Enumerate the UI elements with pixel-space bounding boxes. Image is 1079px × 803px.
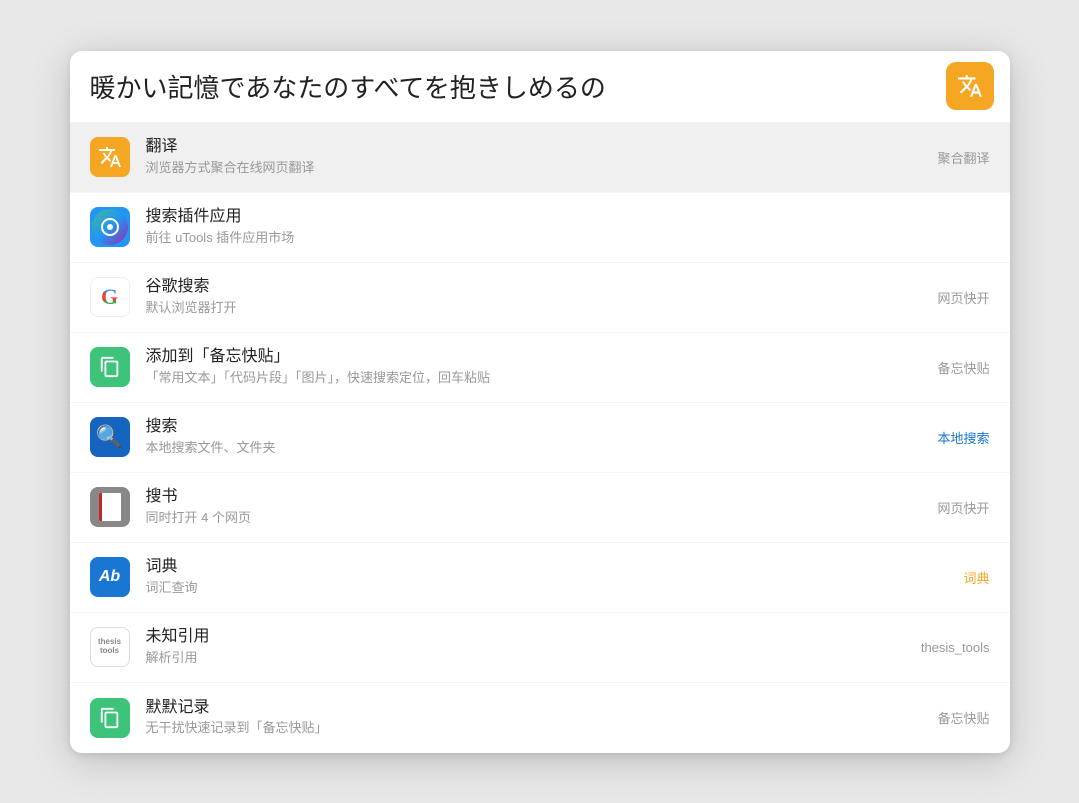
item-text: 未知引用 解析引用 [146,627,905,667]
search-local-item-icon: 🔍 [90,417,130,457]
result-list: 翻译 浏览器方式聚合在线网页翻译 聚合翻译 搜索插件应用 前往 uTools 插… [70,123,1010,753]
item-tag: 本地搜索 [937,428,989,447]
item-tag: 聚合翻译 [937,148,989,167]
item-title: 未知引用 [146,627,905,648]
list-item[interactable]: G 谷歌搜索 默认浏览器打开 网页快开 [70,263,1010,333]
list-item[interactable]: 🔍 搜索 本地搜索文件、文件夹 本地搜索 [70,403,1010,473]
item-subtitle: 词汇查询 [146,580,948,597]
book-item-icon [90,487,130,527]
launcher-window: 翻译 浏览器方式聚合在线网页翻译 聚合翻译 搜索插件应用 前往 uTools 插… [70,51,1010,753]
item-text: 搜书 同时打开 4 个网页 [146,487,922,527]
item-title: 词典 [146,557,948,578]
item-subtitle: 默认浏览器打开 [146,300,922,317]
item-tag: 词典 [963,568,989,587]
list-item[interactable]: 搜索插件应用 前往 uTools 插件应用市场 [70,193,1010,263]
item-title: 默默记录 [146,698,922,719]
clipboard-item-icon [90,347,130,387]
memo-item-icon [90,698,130,738]
thesis-item-icon: thesistools [90,627,130,667]
item-title: 添加到「备忘快贴」 [146,347,922,368]
item-subtitle: 浏览器方式聚合在线网页翻译 [146,160,922,177]
item-title: 谷歌搜索 [146,277,922,298]
translate-icon [957,73,983,99]
item-tag: 备忘快贴 [937,358,989,377]
item-text: 默默记录 无干扰快速记录到「备忘快贴」 [146,698,922,738]
google-item-icon: G [90,277,130,317]
list-item[interactable]: 搜书 同时打开 4 个网页 网页快开 [70,473,1010,543]
item-subtitle: 无干扰快速记录到「备忘快贴」 [146,720,922,737]
item-tag: thesis_tools [921,640,990,655]
item-title: 搜索 [146,417,922,438]
plugin-item-icon [90,207,130,247]
translate-item-icon [90,137,130,177]
item-subtitle: 「常用文本」「代码片段」「图片」，快速搜索定位，回车粘贴 [146,370,922,387]
item-tag: 网页快开 [937,498,989,517]
list-item[interactable]: 默默记录 无干扰快速记录到「备忘快贴」 备忘快贴 [70,683,1010,753]
item-subtitle: 同时打开 4 个网页 [146,510,922,527]
search-bar [70,51,1010,123]
item-tag: 备忘快贴 [937,708,989,727]
search-input[interactable] [90,71,934,102]
item-tag: 网页快开 [937,288,989,307]
item-title: 翻译 [146,137,922,158]
item-text: 搜索插件应用 前往 uTools 插件应用市场 [146,207,990,247]
item-text: 翻译 浏览器方式聚合在线网页翻译 [146,137,922,177]
list-item[interactable]: thesistools 未知引用 解析引用 thesis_tools [70,613,1010,683]
item-subtitle: 前往 uTools 插件应用市场 [146,230,990,247]
item-text: 搜索 本地搜索文件、文件夹 [146,417,922,457]
item-subtitle: 解析引用 [146,650,905,667]
item-title: 搜索插件应用 [146,207,990,228]
list-item[interactable]: Ab 词典 词汇查询 词典 [70,543,1010,613]
list-item[interactable]: 翻译 浏览器方式聚合在线网页翻译 聚合翻译 [70,123,1010,193]
item-text: 词典 词汇查询 [146,557,948,597]
item-text: 谷歌搜索 默认浏览器打开 [146,277,922,317]
translate-button[interactable] [946,62,994,110]
dict-item-icon: Ab [90,557,130,597]
item-title: 搜书 [146,487,922,508]
list-item[interactable]: 添加到「备忘快贴」 「常用文本」「代码片段」「图片」，快速搜索定位，回车粘贴 备… [70,333,1010,403]
item-subtitle: 本地搜索文件、文件夹 [146,440,922,457]
item-text: 添加到「备忘快贴」 「常用文本」「代码片段」「图片」，快速搜索定位，回车粘贴 [146,347,922,387]
